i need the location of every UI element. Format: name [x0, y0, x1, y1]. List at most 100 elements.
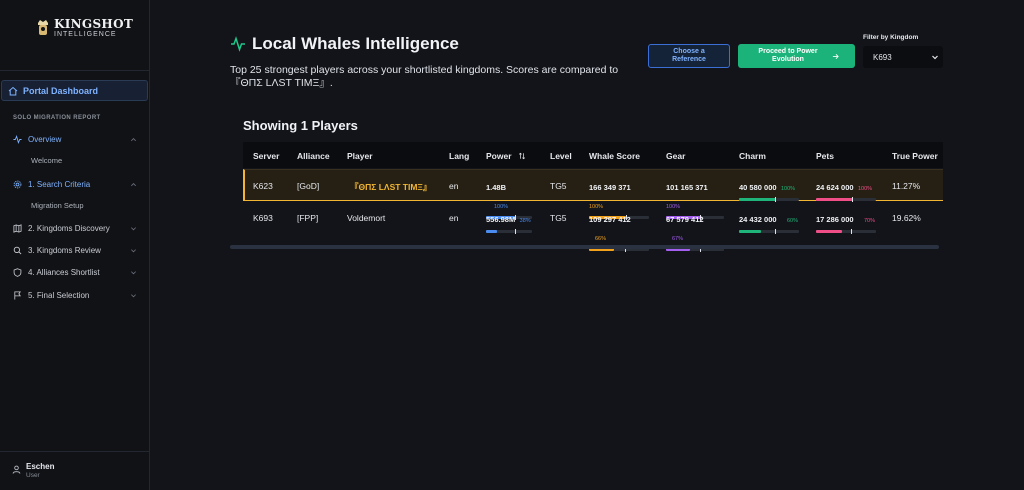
col-gear[interactable]: Gear	[666, 151, 685, 161]
user-name: Eschen	[26, 462, 55, 471]
col-true-power[interactable]: True Power	[892, 151, 938, 161]
gear-pct: 67%	[672, 236, 684, 242]
chevron-down-icon[interactable]	[130, 225, 137, 232]
charm-bar-fill	[739, 198, 777, 201]
col-power[interactable]: Power	[486, 151, 526, 161]
brand-logo[interactable]: KINGSHOT INTELLIGENCE	[36, 18, 133, 38]
sidebar-item-alliances-shortlist[interactable]: 4. Alliances Shortlist	[13, 265, 137, 279]
cell-pets: 24 624 000 100%	[816, 177, 876, 202]
reference-tick	[514, 229, 516, 234]
col-power-label: Power	[486, 151, 512, 161]
chevron-down-icon[interactable]	[130, 292, 137, 299]
whale-pct: 66%	[595, 236, 607, 242]
sidebar-item-label: 3. Kingdoms Review	[28, 245, 101, 255]
cell-server: K623	[253, 181, 273, 191]
whale-value: 109 297 412	[589, 215, 631, 224]
power-value: 556.98M	[486, 215, 516, 224]
crown-logo-icon	[38, 20, 48, 35]
proceed-label: Proceed to Power Evolution	[758, 48, 818, 63]
col-lang[interactable]: Lang	[449, 151, 469, 161]
sidebar-subitem-migration-setup[interactable]: Migration Setup	[31, 201, 84, 210]
chevron-down-icon	[932, 55, 938, 60]
col-player[interactable]: Player	[347, 151, 373, 161]
cell-player: Voldemort	[347, 213, 386, 223]
col-charm[interactable]: Charm	[739, 151, 766, 161]
sidebar-item-label: 2. Kingdoms Discovery	[28, 223, 110, 233]
sidebar-divider	[0, 451, 149, 452]
table-row[interactable]: K693 [FPP] Voldemort en 556.98M 38% TG5 …	[243, 202, 943, 252]
sidebar-divider	[0, 70, 149, 71]
charm-bar	[739, 197, 799, 202]
charm-pct: 100%	[781, 186, 796, 192]
cell-server: K693	[253, 213, 273, 223]
cell-alliance: [GoD]	[297, 181, 320, 191]
reference-tick	[775, 229, 776, 234]
filter-label: Filter by Kingdom	[863, 34, 919, 41]
sidebar-subitem-welcome[interactable]: Welcome	[31, 156, 62, 165]
chevron-down-icon[interactable]	[130, 269, 137, 276]
chevron-up-icon[interactable]	[130, 136, 137, 143]
col-level[interactable]: Level	[550, 151, 572, 161]
col-whale-score[interactable]: Whale Score	[589, 151, 640, 161]
whales-table: Server Alliance Player Lang Power Level …	[243, 142, 943, 252]
cell-lang: en	[449, 213, 459, 223]
charm-bar-fill	[739, 230, 762, 233]
sidebar-item-kingdoms-discovery[interactable]: 2. Kingdoms Discovery	[13, 221, 137, 235]
arrow-right-icon	[832, 53, 839, 59]
page-subtitle: Top 25 strongest players across your sho…	[230, 64, 619, 89]
cell-charm: 40 580 000 100%	[739, 177, 799, 202]
sidebar-item-label: 5. Final Selection	[28, 290, 90, 300]
brand-title: KINGSHOT	[54, 17, 134, 31]
pets-bar	[816, 197, 876, 202]
proceed-power-evolution-button[interactable]: Proceed to Power Evolution	[738, 44, 855, 68]
charm-bar	[739, 229, 799, 234]
user-role: User	[26, 472, 40, 479]
cell-power: 556.98M 38%	[486, 209, 532, 234]
portal-dashboard-button[interactable]: Portal Dashboard	[1, 80, 148, 101]
activity-icon	[231, 36, 245, 52]
choose-reference-button[interactable]: Choose a Reference	[648, 44, 730, 68]
activity-icon	[13, 134, 22, 144]
kingdom-filter-value: K693	[873, 52, 892, 62]
pets-value: 17 286 000	[816, 215, 854, 224]
flag-icon	[14, 290, 21, 300]
col-alliance[interactable]: Alliance	[297, 151, 330, 161]
pets-bar-fill	[816, 198, 854, 201]
gear-value: 101 165 371	[666, 183, 708, 192]
pets-pct: 70%	[864, 218, 876, 224]
reference-tick	[850, 229, 852, 234]
col-server[interactable]: Server	[253, 151, 279, 161]
kingdom-filter-select[interactable]: K693	[863, 46, 943, 68]
col-pets[interactable]: Pets	[816, 151, 834, 161]
sort-icon[interactable]	[518, 152, 526, 160]
sidebar-item-search-criteria[interactable]: 1. Search Criteria	[13, 177, 137, 191]
gear-icon	[13, 180, 22, 188]
charm-value: 24 432 000	[739, 215, 777, 224]
cell-player: 『ΘΠΣ LΛST TIMΞ』	[350, 182, 432, 192]
table-row-reference[interactable]: K623 [GoD] 『ΘΠΣ LΛST TIMΞ』 en 1.48B 100%…	[243, 169, 943, 220]
section-label: SOLO MIGRATION REPORT	[13, 115, 101, 121]
user-profile[interactable]: Eschen User	[12, 462, 54, 479]
home-icon	[8, 86, 18, 95]
horizontal-scrollbar[interactable]	[230, 245, 939, 249]
sidebar-item-label: Overview	[28, 134, 62, 144]
sidebar-item-kingdoms-review[interactable]: 3. Kingdoms Review	[13, 243, 137, 257]
chevron-up-icon[interactable]	[130, 181, 137, 188]
power-pct: 38%	[519, 218, 531, 224]
cell-pets: 17 286 000 70%	[816, 209, 876, 234]
search-icon	[13, 246, 22, 254]
sidebar-item-final-selection[interactable]: 5. Final Selection	[13, 288, 137, 302]
power-bar	[486, 229, 532, 234]
cell-level: TG5	[550, 181, 567, 191]
page-header: Local Whales Intelligence	[230, 34, 459, 54]
sidebar-item-overview[interactable]: Overview	[13, 132, 137, 146]
cell-level: TG5	[550, 213, 567, 223]
page-title: Local Whales Intelligence	[252, 34, 459, 53]
gear-value: 67 579 412	[666, 215, 704, 224]
power-bar-fill	[486, 230, 497, 233]
charm-pct: 60%	[787, 218, 799, 224]
choose-reference-label: Choose a Reference	[672, 48, 706, 63]
cell-charm: 24 432 000 60%	[739, 209, 799, 234]
chevron-down-icon[interactable]	[130, 247, 137, 254]
cell-true-power: 11.27%	[892, 181, 921, 191]
